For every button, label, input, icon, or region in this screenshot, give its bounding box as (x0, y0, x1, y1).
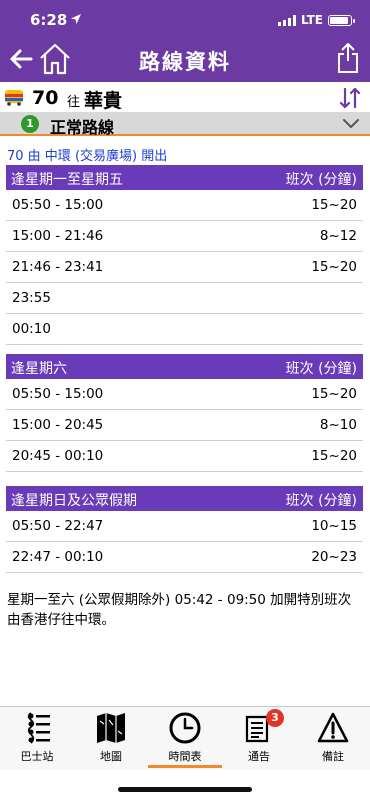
status-time: 6:28 (30, 11, 68, 29)
route-destination: 華貴 (84, 90, 123, 112)
tab-remarks[interactable]: 備註 (296, 707, 370, 771)
frequency-value: 8~10 (319, 417, 357, 433)
timetable-section-header: 逢星期一至星期五 班次 (分鐘) (6, 165, 363, 190)
tab-label: 通告 (248, 750, 270, 763)
bus-stops-icon (27, 712, 50, 744)
tab-label: 備註 (322, 750, 344, 763)
route-number: 70 (32, 87, 59, 109)
timetable-section-header: 逢星期六 班次 (分鐘) (6, 354, 363, 379)
network-label: LTE (300, 13, 323, 27)
tab-timetable[interactable]: 時間表 (148, 707, 222, 771)
time-period: 21:46 - 23:41 (12, 259, 104, 275)
table-row: 05:50 - 22:47 10~15 (6, 511, 363, 542)
table-row: 00:10 (6, 314, 363, 345)
location-arrow-icon (71, 14, 81, 24)
tab-label: 時間表 (168, 750, 202, 763)
time-period: 23:55 (12, 290, 51, 306)
route-variant-selector[interactable]: 1 正常路線 (0, 112, 370, 137)
status-bar: 6:28 LTE (0, 0, 370, 40)
variant-label: 正常路線 (50, 118, 115, 137)
swap-direction-icon[interactable] (338, 86, 362, 110)
table-row: 05:50 - 15:00 15~20 (6, 190, 363, 221)
table-row: 21:46 - 23:41 15~20 (6, 252, 363, 283)
bottom-tab-bar: 巴士站 地圖 時間表 3 通告 備註 (0, 706, 370, 770)
time-period: 05:50 - 15:00 (12, 197, 104, 213)
tab-map[interactable]: 地圖 (74, 707, 148, 771)
frequency-header: 班次 (分鐘) (285, 172, 357, 188)
frequency-value: 15~20 (311, 386, 357, 402)
time-period: 22:47 - 00:10 (12, 549, 104, 565)
timetable-section-header: 逢星期日及公眾假期 班次 (分鐘) (6, 486, 363, 511)
tab-notices[interactable]: 3 通告 (222, 707, 296, 771)
table-row: 23:55 (6, 283, 363, 314)
frequency-value: 15~20 (311, 448, 357, 464)
frequency-value: 15~20 (311, 259, 357, 275)
frequency-header: 班次 (分鐘) (285, 493, 357, 509)
time-period: 05:50 - 22:47 (12, 518, 104, 534)
tab-label: 巴士站 (20, 750, 54, 763)
time-period: 15:00 - 21:46 (12, 228, 104, 244)
bus-company-icon (5, 90, 23, 106)
table-row: 05:50 - 15:00 15~20 (6, 379, 363, 410)
home-indicator (118, 787, 252, 792)
table-row: 22:47 - 00:10 20~23 (6, 542, 363, 573)
remark-text: 星期一至六 (公眾假期除外) 05:42 - 09:50 加開特別班次由香港仔往… (7, 592, 352, 628)
table-row: 15:00 - 21:46 8~12 (6, 221, 363, 252)
signal-icon (277, 14, 296, 26)
tab-bus-stops[interactable]: 巴士站 (0, 707, 74, 771)
warning-icon (317, 712, 349, 743)
frequency-header: 班次 (分鐘) (285, 361, 357, 377)
status-indicators: LTE (277, 13, 355, 27)
section-title: 逢星期日及公眾假期 (11, 493, 137, 509)
frequency-value: 10~15 (311, 518, 357, 534)
app-header: 6:28 LTE 路線資料 (0, 0, 370, 82)
time-period: 15:00 - 20:45 (12, 417, 104, 433)
chevron-down-icon[interactable] (342, 116, 360, 130)
route-direction-prefix: 往 (67, 95, 81, 110)
table-row: 15:00 - 20:45 8~10 (6, 410, 363, 441)
time-period: 00:10 (12, 321, 51, 337)
page-title: 路線資料 (139, 50, 231, 74)
active-tab-indicator (148, 765, 222, 768)
frequency-value: 8~12 (319, 228, 357, 244)
departure-note: 70 由 中環 (交易廣場) 開出 (7, 149, 168, 164)
time-period: 05:50 - 15:00 (12, 386, 104, 402)
map-icon (97, 713, 125, 743)
notice-count-badge: 3 (266, 709, 284, 727)
section-title: 逢星期六 (11, 361, 67, 377)
section-title: 逢星期一至星期五 (11, 172, 123, 188)
tab-label: 地圖 (100, 750, 122, 763)
variant-number-badge: 1 (21, 115, 39, 133)
frequency-value: 15~20 (311, 197, 357, 213)
clock-icon (169, 712, 201, 744)
time-period: 20:45 - 00:10 (12, 448, 104, 464)
frequency-value: 20~23 (311, 549, 357, 565)
share-icon[interactable] (336, 42, 360, 74)
table-row: 20:45 - 00:10 15~20 (6, 441, 363, 472)
battery-icon (328, 14, 355, 26)
route-info-row: 70 往 華貴 (0, 82, 370, 112)
